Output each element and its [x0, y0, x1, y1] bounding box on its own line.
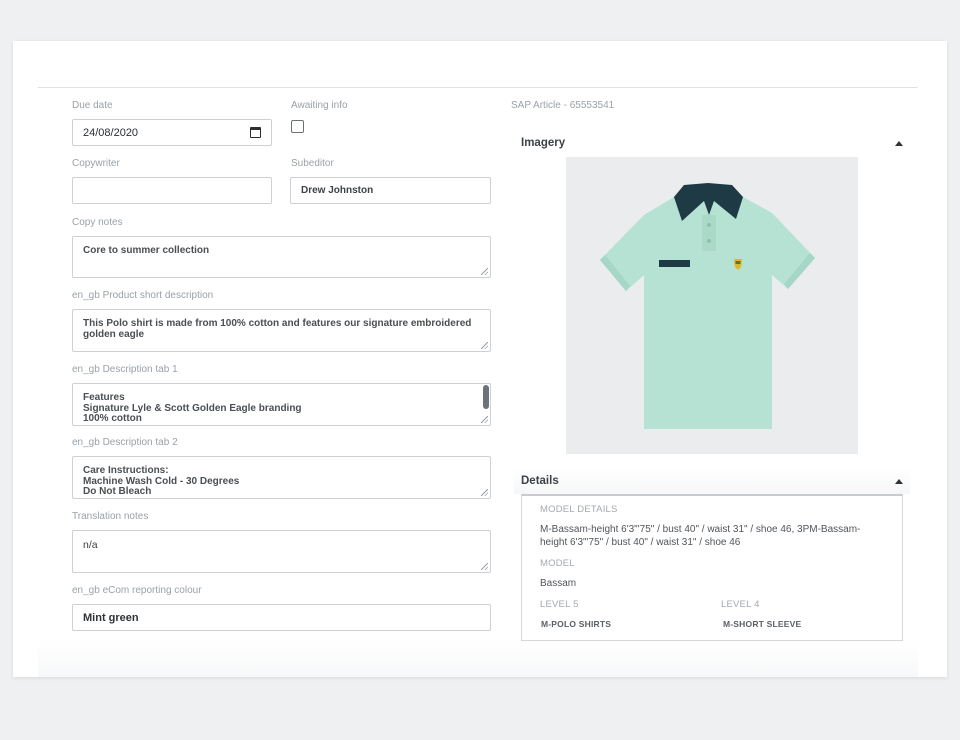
description-tab-1-line: 100% cotton: [83, 413, 142, 424]
reporting-colour-label: en_gb eCom reporting colour: [72, 585, 202, 596]
reporting-colour-input[interactable]: Mint green: [72, 604, 491, 631]
model-details-value: height 6'3"'75" / bust 40" / waist 31" /…: [540, 537, 741, 548]
copywriter-label: Copywriter: [72, 158, 120, 169]
resize-handle-icon[interactable]: [481, 268, 488, 275]
model-label: MODEL: [540, 558, 575, 569]
details-header: [514, 468, 910, 494]
translation-notes-line: n/a: [83, 539, 98, 551]
resize-handle-icon[interactable]: [481, 342, 488, 349]
description-tab-2-label: en_gb Description tab 2: [72, 437, 178, 448]
short-description-textarea[interactable]: This Polo shirt is made from 100% cotton…: [72, 309, 491, 352]
subeditor-input[interactable]: Drew Johnston: [290, 177, 491, 204]
resize-handle-icon[interactable]: [481, 416, 488, 423]
description-tab-1-line: Signature Lyle & Scott Golden Eagle bran…: [83, 402, 302, 414]
due-date-label: Due date: [72, 100, 113, 111]
level-5-label: LEVEL 5: [540, 599, 579, 610]
product-image[interactable]: [566, 157, 858, 454]
description-tab-2-line: Care Instructions:: [83, 465, 169, 476]
details-title[interactable]: Details: [521, 475, 559, 487]
caret-up-icon[interactable]: [895, 141, 903, 146]
copy-notes-textarea[interactable]: Core to summer collection: [72, 236, 491, 278]
details-panel: MODEL DETAILS M-Bassam-height 6'3"'75" /…: [521, 494, 903, 641]
copywriter-input[interactable]: [72, 177, 272, 204]
model-value: Bassam: [540, 578, 577, 589]
model-details-value: M-Bassam-height 6'3"'75" / bust 40" / wa…: [540, 524, 861, 535]
model-details-label: MODEL DETAILS: [540, 504, 618, 515]
description-tab-2-line: Do Not Bleach: [83, 486, 152, 497]
reporting-colour-value: Mint green: [83, 611, 139, 624]
description-tab-1-line: Features: [83, 392, 125, 403]
awaiting-info-label: Awaiting info: [291, 100, 348, 111]
awaiting-info-checkbox[interactable]: [291, 120, 304, 133]
description-tab-2-textarea[interactable]: Care Instructions: Machine Wash Cold - 3…: [72, 456, 491, 499]
short-description-label: en_gb Product short description: [72, 290, 214, 301]
calendar-icon[interactable]: [250, 127, 261, 138]
subeditor-label: Subeditor: [291, 158, 334, 169]
description-tab-1-label: en_gb Description tab 1: [72, 364, 178, 375]
resize-handle-icon[interactable]: [481, 489, 488, 496]
short-description-line: This Polo shirt is made from 100% cotton…: [83, 318, 472, 329]
level-4-value: M-SHORT SLEEVE: [723, 619, 802, 629]
short-description-line: golden eagle: [83, 328, 145, 340]
polo-shirt-image: [600, 183, 815, 429]
caret-up-icon[interactable]: [895, 479, 903, 484]
header-divider: [38, 87, 918, 88]
sap-article-label: SAP Article - 65553541: [511, 100, 615, 111]
imagery-title[interactable]: Imagery: [521, 137, 565, 149]
card-footer: [38, 639, 918, 677]
level-4-label: LEVEL 4: [721, 599, 760, 610]
description-tab-1-textarea[interactable]: Features Signature Lyle & Scott Golden E…: [72, 383, 491, 426]
copy-notes-line: Core to summer collection: [83, 245, 210, 256]
level-5-value: M-POLO SHIRTS: [541, 619, 612, 629]
copy-notes-label: Copy notes: [72, 217, 123, 228]
subeditor-value: Drew Johnston: [301, 185, 374, 196]
due-date-input[interactable]: 24/08/2020: [72, 119, 272, 146]
textarea-scrollbar[interactable]: [483, 385, 489, 409]
translation-notes-textarea[interactable]: n/a: [72, 530, 491, 573]
resize-handle-icon[interactable]: [481, 563, 488, 570]
translation-notes-label: Translation notes: [72, 511, 149, 522]
due-date-value: 24/08/2020: [83, 126, 139, 139]
